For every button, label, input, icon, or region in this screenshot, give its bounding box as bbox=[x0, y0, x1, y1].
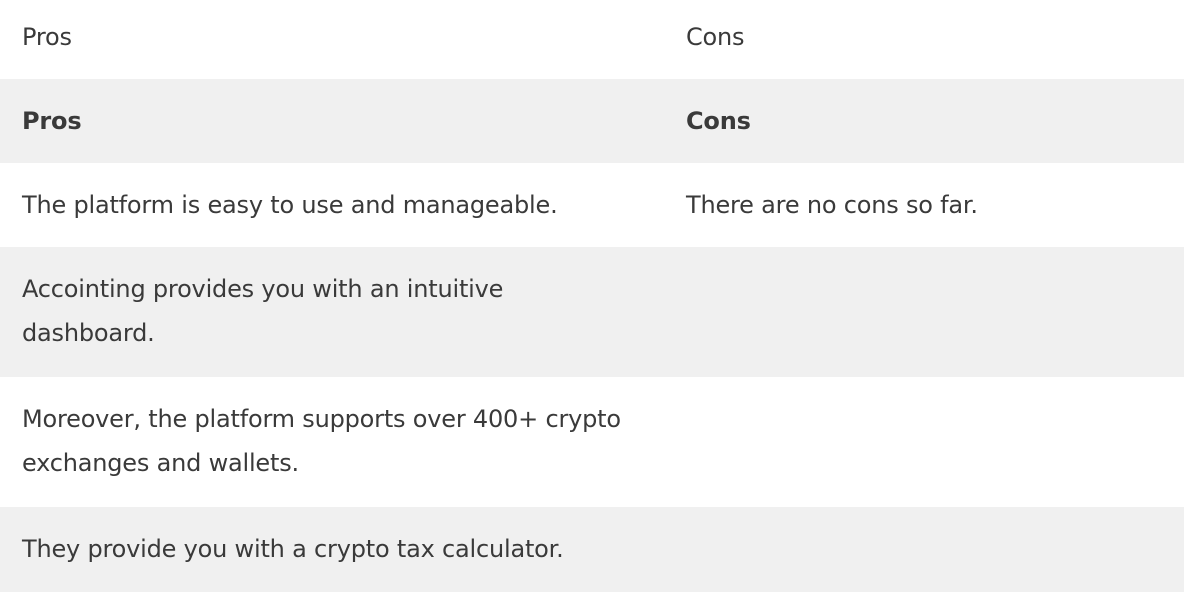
cons-cell bbox=[664, 247, 1184, 377]
pros-text: Accointing provides you with an intuitiv… bbox=[22, 275, 504, 347]
pros-cell: Accointing provides you with an intuitiv… bbox=[0, 247, 664, 377]
pros-text: They provide you with a crypto tax calcu… bbox=[22, 535, 564, 563]
header-cell-pros: Pros bbox=[0, 0, 664, 79]
pros-text: The platform is easy to use and manageab… bbox=[22, 191, 558, 219]
table-subheader-row: Pros Cons bbox=[0, 79, 1184, 163]
pros-cons-table: Pros Cons Pros Cons The platform is easy… bbox=[0, 0, 1184, 592]
table-row: Accointing provides you with an intuitiv… bbox=[0, 247, 1184, 377]
table-row: The platform is easy to use and manageab… bbox=[0, 163, 1184, 247]
pros-text: Moreover, the platform supports over 400… bbox=[22, 405, 621, 477]
subheader-cell-cons: Cons bbox=[664, 79, 1184, 163]
header-cons-label: Cons bbox=[686, 23, 745, 51]
cons-cell: There are no cons so far. bbox=[664, 163, 1184, 247]
table-header-row: Pros Cons bbox=[0, 0, 1184, 79]
cons-text: There are no cons so far. bbox=[686, 191, 978, 219]
subheader-cell-pros: Pros bbox=[0, 79, 664, 163]
pros-cell: The platform is easy to use and manageab… bbox=[0, 163, 664, 247]
header-cell-cons: Cons bbox=[664, 0, 1184, 79]
cons-cell bbox=[664, 507, 1184, 592]
header-pros-label: Pros bbox=[22, 23, 72, 51]
subheader-cons-label: Cons bbox=[686, 107, 751, 135]
cons-cell bbox=[664, 377, 1184, 507]
pros-cell: They provide you with a crypto tax calcu… bbox=[0, 507, 664, 592]
table-row: They provide you with a crypto tax calcu… bbox=[0, 507, 1184, 592]
pros-cell: Moreover, the platform supports over 400… bbox=[0, 377, 664, 507]
subheader-pros-label: Pros bbox=[22, 107, 82, 135]
table-row: Moreover, the platform supports over 400… bbox=[0, 377, 1184, 507]
